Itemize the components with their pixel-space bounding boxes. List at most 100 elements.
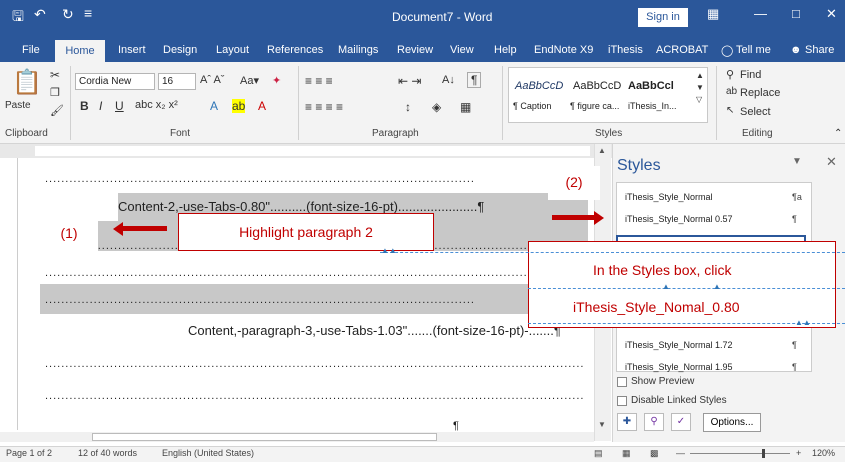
tab-layout[interactable]: Layout (216, 44, 249, 56)
copy-icon[interactable]: ❐ (50, 86, 60, 99)
show-preview-checkbox[interactable] (617, 377, 627, 387)
dashed-guide (380, 252, 845, 253)
gallery-sample[interactable]: AaBbCcD (573, 80, 621, 92)
maximize-icon[interactable]: □ (792, 6, 800, 21)
text-effects-icon[interactable]: A (210, 99, 218, 113)
gallery-style-name[interactable]: iThesis_In... (628, 101, 677, 111)
customize-qat-icon[interactable]: ≡ (84, 5, 92, 21)
save-icon[interactable]: 🖫 (12, 6, 24, 30)
disable-linked-checkbox[interactable] (617, 396, 627, 406)
tell-me-box[interactable]: Tell me (736, 44, 771, 56)
font-size-select[interactable]: 16 (158, 73, 196, 90)
minimize-icon[interactable]: — (754, 6, 767, 21)
horizontal-ruler[interactable] (35, 146, 590, 156)
select-button[interactable]: Select (740, 106, 771, 118)
tab-help[interactable]: Help (494, 44, 517, 56)
undo-icon[interactable]: ↶ (34, 6, 46, 23)
zoom-thumb[interactable] (762, 449, 765, 458)
scroll-down-icon[interactable]: ▼ (598, 420, 606, 429)
web-layout-icon[interactable]: ▩ (650, 448, 659, 459)
clear-format-icon[interactable]: ✦ (272, 74, 281, 87)
styles-group-label: Styles (595, 128, 623, 139)
tab-references[interactable]: References (267, 44, 323, 56)
paragraph-group-label: Paragraph (372, 128, 419, 139)
zoom-in-icon[interactable]: + (796, 448, 801, 458)
tab-mailings[interactable]: Mailings (338, 44, 378, 56)
tab-design[interactable]: Design (163, 44, 197, 56)
bullets-icon[interactable]: ≡ ≡ ≡ (305, 74, 333, 88)
tab-file[interactable]: File (22, 44, 40, 56)
ribbon-display-icon[interactable]: ▦ (707, 6, 719, 22)
clipboard-icon[interactable]: 📋 (12, 68, 42, 97)
borders-icon[interactable]: ▦ (460, 100, 471, 114)
page-count[interactable]: Page 1 of 2 (6, 448, 52, 458)
redo-icon[interactable]: ↻ (62, 6, 74, 23)
replace-button[interactable]: Replace (740, 87, 780, 99)
sign-in-button[interactable]: Sign in (638, 8, 688, 27)
style-item[interactable]: iThesis_Style_Normal 1.95 (625, 362, 733, 372)
show-marks-icon[interactable]: ¶ (467, 72, 482, 88)
right-arrow-shaft (552, 215, 594, 220)
tab-endnote[interactable]: EndNote X9 (534, 44, 593, 56)
new-style-icon[interactable]: ✚ (617, 413, 637, 431)
scroll-up-icon[interactable]: ▲ (598, 146, 606, 155)
select-icon[interactable]: ↖ (726, 105, 734, 116)
close-icon[interactable]: ✕ (826, 6, 837, 22)
collapse-ribbon-icon[interactable]: ⌃ (834, 128, 842, 139)
zoom-level[interactable]: 120% (812, 448, 835, 458)
style-item[interactable]: iThesis_Style_Normal 1.72 (625, 340, 733, 350)
tab-ithesis[interactable]: iThesis (608, 44, 643, 56)
grow-font-icon[interactable]: Aˆ Aˇ (200, 74, 224, 86)
language-status[interactable]: English (United States) (162, 448, 254, 458)
style-inspector-icon[interactable]: ⚲ (644, 413, 664, 431)
options-button[interactable]: Options... (703, 413, 761, 432)
vertical-ruler[interactable] (10, 158, 18, 430)
shading-icon[interactable]: ◈ (432, 100, 441, 114)
pane-close-icon[interactable]: ✕ (826, 154, 837, 170)
word-count[interactable]: 12 of 40 words (78, 448, 137, 458)
find-button[interactable]: Find (740, 69, 761, 81)
gallery-style-name[interactable]: ¶ Caption (513, 101, 551, 111)
editing-group-label: Editing (742, 128, 773, 139)
indent-icon[interactable]: ⇤ ⇥ (398, 74, 421, 88)
strikethrough-icon[interactable]: abc x₂ x² (135, 99, 178, 111)
disable-linked-label: Disable Linked Styles (631, 395, 727, 406)
bold-icon[interactable]: B (80, 99, 89, 113)
word-window: 🖫 ↶ ↻ ≡ Document7 - Word Sign in ▦ — □ ✕… (0, 0, 845, 462)
italic-icon[interactable]: I (99, 99, 102, 113)
paragraph-2-text[interactable]: Content-2,-use-Tabs-0.80"..........(font… (118, 199, 484, 214)
gallery-style-name[interactable]: ¶ figure ca... (570, 101, 619, 111)
tab-acrobat[interactable]: ACROBAT (656, 44, 708, 56)
font-name-select[interactable]: Cordia New (75, 73, 155, 90)
align-icons[interactable]: ≡ ≡ ≡ ≡ (305, 100, 343, 114)
style-item[interactable]: iThesis_Style_Normal (625, 192, 713, 202)
change-case-icon[interactable]: Aa▾ (240, 74, 259, 87)
tab-review[interactable]: Review (397, 44, 433, 56)
cut-icon[interactable]: ✂ (50, 68, 60, 82)
tab-view[interactable]: View (450, 44, 474, 56)
print-layout-icon[interactable]: ▦ (622, 448, 631, 459)
sort-icon[interactable]: A↓ (442, 74, 455, 86)
share-button[interactable]: Share (805, 44, 834, 56)
tab-insert[interactable]: Insert (118, 44, 146, 56)
line-spacing-icon[interactable]: ↕ (405, 100, 411, 114)
manage-styles-icon[interactable]: ✓ (671, 413, 691, 431)
pane-options-icon[interactable]: ▼ (792, 156, 802, 167)
paste-button[interactable]: Paste (5, 100, 31, 111)
tab-home[interactable]: Home (55, 40, 105, 62)
underline-icon[interactable]: U (115, 99, 124, 113)
font-color-icon[interactable]: A (258, 99, 266, 113)
replace-icon[interactable]: ab (726, 86, 737, 97)
format-painter-icon[interactable]: 🖌 (50, 104, 64, 117)
gallery-scroll-icon[interactable]: ▲ ▼ ▽ (696, 70, 704, 106)
gallery-sample[interactable]: AaBbCcD (515, 80, 563, 92)
read-mode-icon[interactable]: ▤ (594, 448, 603, 459)
highlight-color-icon[interactable]: ab (232, 99, 246, 113)
gallery-sample[interactable]: AaBbCcl (628, 80, 674, 92)
zoom-out-icon[interactable]: — (676, 448, 685, 458)
paragraph-3-text[interactable]: Content,-paragraph-3,-use-Tabs-1.03"....… (188, 323, 561, 338)
style-item[interactable]: iThesis_Style_Normal 0.57 (625, 214, 733, 224)
horizontal-scroll-thumb[interactable] (92, 433, 437, 441)
zoom-slider[interactable] (690, 453, 790, 454)
find-icon[interactable]: ⚲ (726, 68, 734, 81)
